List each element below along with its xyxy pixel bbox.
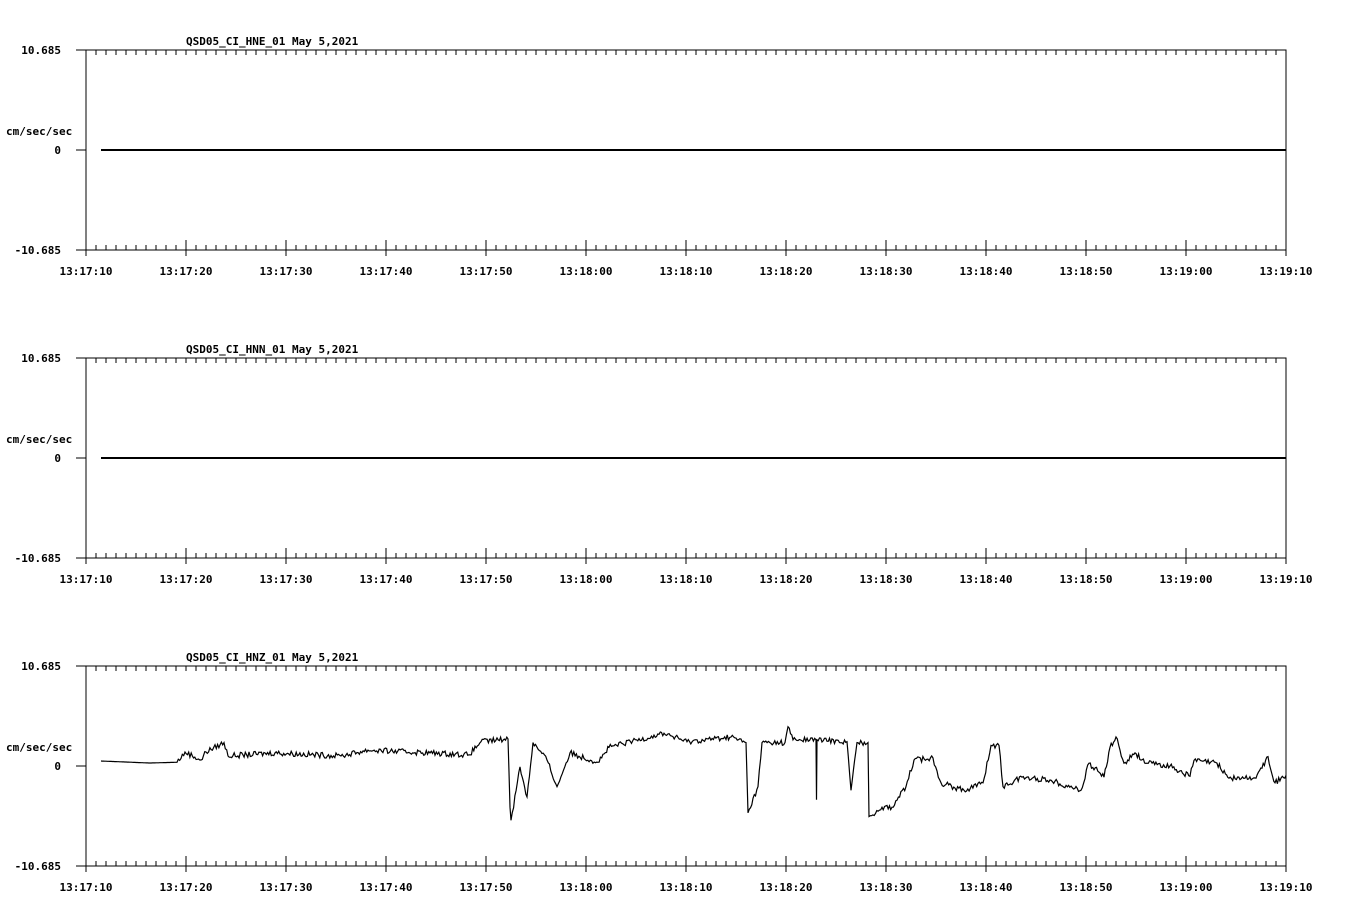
x-tick-label: 13:18:30	[860, 573, 913, 586]
x-tick-label: 13:18:50	[1060, 573, 1113, 586]
x-tick-label: 13:17:20	[160, 881, 213, 894]
x-tick-label: 13:18:40	[960, 265, 1013, 278]
x-tick-label: 13:19:10	[1260, 881, 1313, 894]
trace-hnz	[100, 725, 1287, 821]
chart-title: QSD05_CI_HNN_01 May 5,2021	[186, 343, 359, 356]
x-tick-label: 13:18:10	[660, 265, 713, 278]
chart-title: QSD05_CI_HNE_01 May 5,2021	[186, 35, 359, 48]
x-tick-label: 13:17:30	[260, 265, 313, 278]
x-tick-label: 13:18:10	[660, 573, 713, 586]
y-tick-label: -10.685	[15, 552, 61, 565]
x-tick-label: 13:17:10	[60, 881, 113, 894]
y-tick-label: -10.685	[15, 244, 61, 257]
x-tick-label: 13:18:30	[860, 881, 913, 894]
x-tick-label: 13:18:50	[1060, 881, 1113, 894]
y-tick-label: 0	[54, 144, 61, 157]
x-tick-label: 13:17:20	[160, 573, 213, 586]
x-tick-label: 13:17:40	[360, 573, 413, 586]
x-tick-label: 13:18:20	[760, 573, 813, 586]
x-tick-label: 13:17:50	[460, 265, 513, 278]
y-axis-label: cm/sec/sec	[6, 741, 72, 754]
x-tick-label: 13:18:20	[760, 881, 813, 894]
x-tick-label: 13:19:00	[1160, 573, 1213, 586]
y-tick-label: 10.685	[21, 660, 61, 673]
x-tick-label: 13:17:50	[460, 881, 513, 894]
x-tick-label: 13:18:00	[560, 573, 613, 586]
x-tick-label: 13:19:10	[1260, 573, 1313, 586]
y-tick-label: 0	[54, 760, 61, 773]
y-tick-label: 10.685	[21, 44, 61, 57]
x-tick-label: 13:19:00	[1160, 881, 1213, 894]
x-tick-label: 13:19:00	[1160, 265, 1213, 278]
x-tick-label: 13:19:10	[1260, 265, 1313, 278]
x-tick-label: 13:17:10	[60, 573, 113, 586]
x-tick-label: 13:17:20	[160, 265, 213, 278]
x-tick-label: 13:17:40	[360, 881, 413, 894]
panel-1: 10.685 0 -10.685 cm/sec/sec QSD05_CI_HNE_01 …	[6, 35, 1312, 278]
x-tick-label: 13:18:20	[760, 265, 813, 278]
x-tick-label: 13:18:10	[660, 881, 713, 894]
x-tick-label: 13:17:30	[260, 881, 313, 894]
y-tick-label: -10.685	[15, 860, 61, 873]
x-tick-label: 13:18:00	[560, 265, 613, 278]
chart-title: QSD05_CI_HNZ_01 May 5,2021	[186, 651, 359, 664]
panel-3: 10.685 0 -10.685 cm/sec/sec QSD05_CI_HNZ_01 …	[6, 651, 1312, 894]
x-tick-label: 13:17:50	[460, 573, 513, 586]
x-tick-label: 13:18:50	[1060, 265, 1113, 278]
x-tick-label: 13:17:30	[260, 573, 313, 586]
y-tick-label: 10.685	[21, 352, 61, 365]
y-axis-label: cm/sec/sec	[6, 433, 72, 446]
y-tick-label: 0	[54, 452, 61, 465]
panel-2: 10.685 0 -10.685 cm/sec/sec QSD05_CI_HNN_01 …	[6, 343, 1312, 586]
x-tick-label: 13:18:40	[960, 573, 1013, 586]
x-tick-label: 13:17:40	[360, 265, 413, 278]
y-axis-label: cm/sec/sec	[6, 125, 72, 138]
x-tick-label: 13:18:00	[560, 881, 613, 894]
x-tick-label: 13:17:10	[60, 265, 113, 278]
x-tick-label: 13:18:40	[960, 881, 1013, 894]
x-tick-label: 13:18:30	[860, 265, 913, 278]
seismogram-figure: 10.685 0 -10.685 cm/sec/sec QSD05_CI_HNE_01 …	[6, 35, 1312, 894]
